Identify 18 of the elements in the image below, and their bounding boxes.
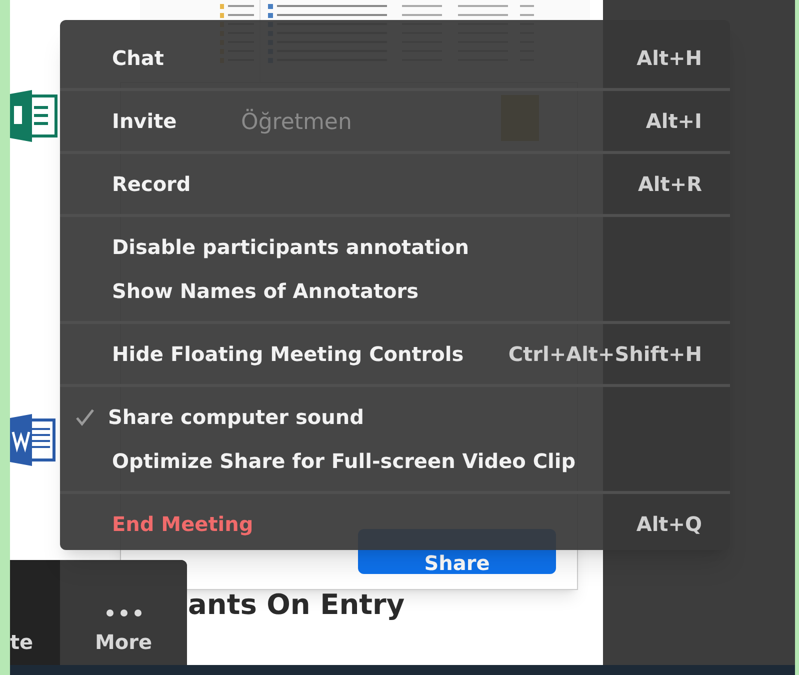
participant-name: Öğretmen [241, 108, 352, 137]
menu-item[interactable]: Show Names of Annotators [112, 276, 419, 306]
menu-item[interactable]: Hide Floating Meeting Controls [112, 339, 464, 369]
more-button[interactable]: More [60, 560, 187, 665]
menu-item[interactable]: Share computer sound [108, 402, 364, 432]
menu-item[interactable]: Disable participants annotation [112, 232, 470, 262]
menu-item[interactable]: Chat [112, 43, 164, 73]
section-heading: ants On Entry [188, 587, 405, 623]
shortcut-label: Alt+Q [636, 511, 702, 538]
shortcut-label: Alt+H [636, 45, 702, 72]
toolbar-button[interactable]: te [10, 560, 60, 665]
menu-item[interactable]: Invite [112, 106, 177, 136]
more-icon [104, 609, 144, 617]
shortcut-label: Ctrl+Alt+Shift+H [508, 341, 702, 368]
menu-item[interactable]: Optimize Share for Full-screen Video Clip [112, 446, 576, 476]
shortcut-label: Alt+R [638, 171, 702, 198]
shortcut-label: Alt+I [646, 108, 702, 135]
menu-item[interactable]: Record [112, 169, 191, 199]
